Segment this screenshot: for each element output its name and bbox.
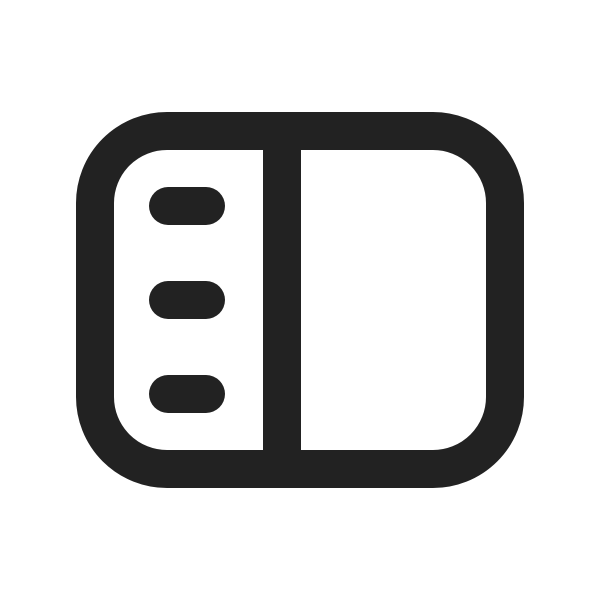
sidebar-list bbox=[149, 187, 225, 413]
icon-canvas bbox=[0, 0, 600, 600]
sidebar-panel-icon bbox=[76, 112, 524, 488]
